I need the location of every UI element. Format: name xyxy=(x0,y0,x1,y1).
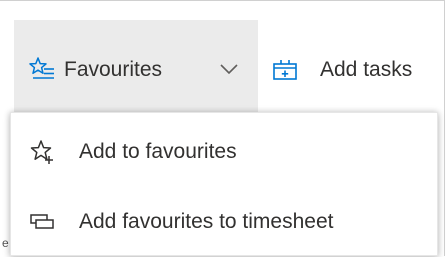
chevron-down-icon xyxy=(220,62,238,76)
command-bar: Favourites Add tasks xyxy=(0,0,446,116)
menu-item-label: Add to favourites xyxy=(79,140,237,163)
add-task-icon xyxy=(272,58,298,82)
star-list-icon xyxy=(29,56,55,82)
favourites-button[interactable]: Favourites xyxy=(14,20,258,116)
menu-item-label: Add favourites to timesheet xyxy=(79,210,334,233)
favourites-dropdown-menu: Add to favourites Add favourites to time… xyxy=(10,112,438,256)
menu-item-add-favourites-to-timesheet[interactable]: Add favourites to timesheet xyxy=(11,187,437,253)
add-tasks-label: Add tasks xyxy=(320,58,413,81)
timesheet-icon xyxy=(29,209,55,235)
favourites-label: Favourites xyxy=(64,58,163,81)
star-add-icon xyxy=(29,139,55,165)
underlying-text-fragment: e xyxy=(2,236,9,250)
menu-item-add-to-favourites[interactable]: Add to favourites xyxy=(11,119,437,185)
add-tasks-button[interactable]: Add tasks xyxy=(268,20,446,116)
